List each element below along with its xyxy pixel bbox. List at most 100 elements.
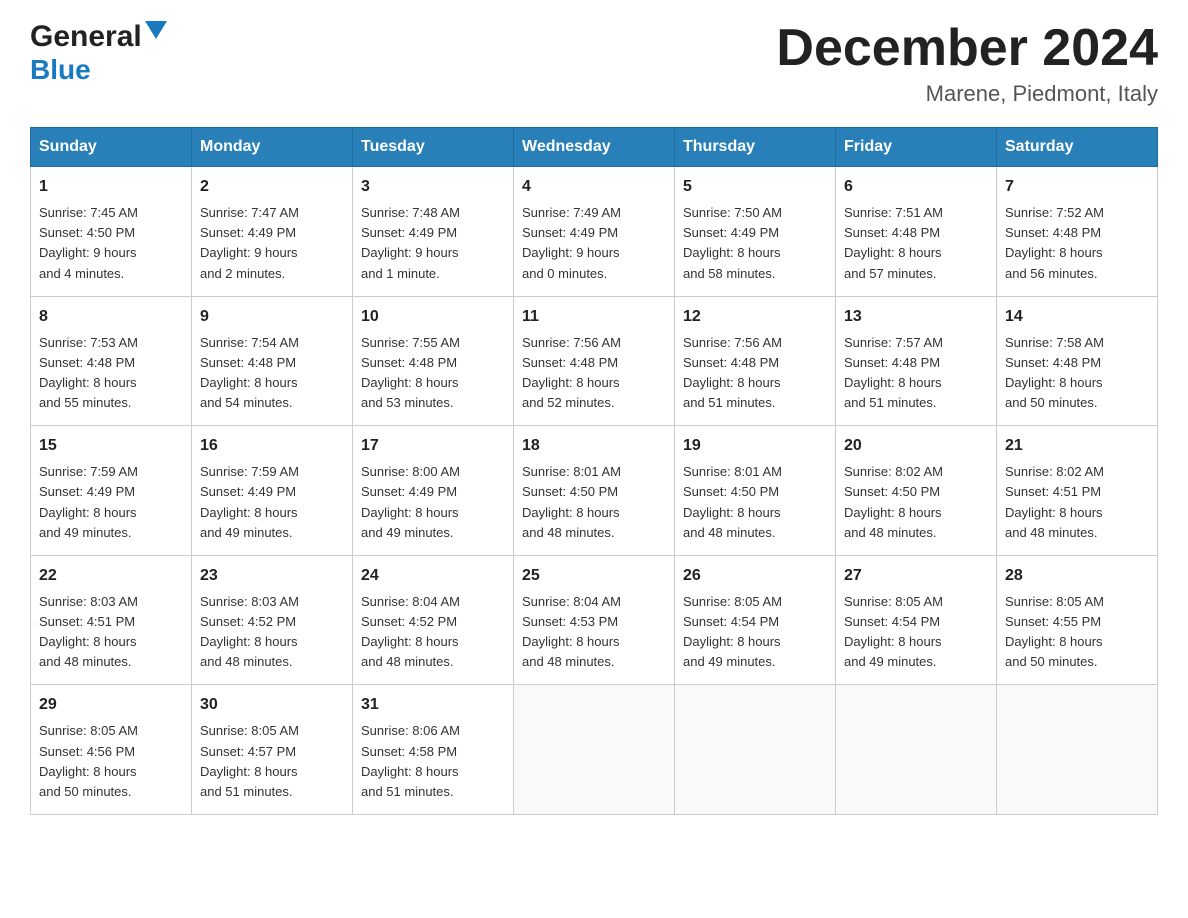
day-info: Sunrise: 8:04 AMSunset: 4:52 PMDaylight:… — [361, 592, 505, 673]
calendar-cell: 10 Sunrise: 7:55 AMSunset: 4:48 PMDayligh… — [353, 296, 514, 426]
day-number: 12 — [683, 305, 827, 329]
day-info: Sunrise: 7:57 AMSunset: 4:48 PMDaylight:… — [844, 333, 988, 414]
day-info: Sunrise: 8:05 AMSunset: 4:54 PMDaylight:… — [683, 592, 827, 673]
day-number: 16 — [200, 434, 344, 458]
day-number: 15 — [39, 434, 183, 458]
day-number: 8 — [39, 305, 183, 329]
day-info: Sunrise: 7:49 AMSunset: 4:49 PMDaylight:… — [522, 203, 666, 284]
col-header-thursday: Thursday — [675, 128, 836, 167]
day-info: Sunrise: 7:45 AMSunset: 4:50 PMDaylight:… — [39, 203, 183, 284]
day-number: 18 — [522, 434, 666, 458]
logo-general-text: General — [30, 20, 142, 54]
month-title: December 2024 — [776, 20, 1158, 77]
day-info: Sunrise: 8:00 AMSunset: 4:49 PMDaylight:… — [361, 462, 505, 543]
day-info: Sunrise: 7:47 AMSunset: 4:49 PMDaylight:… — [200, 203, 344, 284]
day-number: 2 — [200, 175, 344, 199]
calendar-cell — [836, 685, 997, 815]
calendar-cell: 6 Sunrise: 7:51 AMSunset: 4:48 PMDaylight… — [836, 167, 997, 297]
logo-arrow-icon — [145, 21, 167, 43]
col-header-friday: Friday — [836, 128, 997, 167]
calendar-cell: 21 Sunrise: 8:02 AMSunset: 4:51 PMDayligh… — [997, 426, 1158, 556]
calendar-cell: 13 Sunrise: 7:57 AMSunset: 4:48 PMDayligh… — [836, 296, 997, 426]
day-number: 10 — [361, 305, 505, 329]
calendar-cell: 8 Sunrise: 7:53 AMSunset: 4:48 PMDaylight… — [31, 296, 192, 426]
location-text: Marene, Piedmont, Italy — [776, 81, 1158, 107]
day-number: 28 — [1005, 564, 1149, 588]
calendar-cell: 15 Sunrise: 7:59 AMSunset: 4:49 PMDayligh… — [31, 426, 192, 556]
day-number: 5 — [683, 175, 827, 199]
day-number: 13 — [844, 305, 988, 329]
calendar-week-row: 22 Sunrise: 8:03 AMSunset: 4:51 PMDayligh… — [31, 555, 1158, 685]
calendar-cell — [675, 685, 836, 815]
calendar-cell: 20Sunrise: 8:02 AMSunset: 4:50 PMDayligh… — [836, 426, 997, 556]
day-number: 4 — [522, 175, 666, 199]
day-number: 17 — [361, 434, 505, 458]
calendar-cell: 27Sunrise: 8:05 AMSunset: 4:54 PMDayligh… — [836, 555, 997, 685]
calendar-cell: 25 Sunrise: 8:04 AMSunset: 4:53 PMDayligh… — [514, 555, 675, 685]
calendar-cell: 28Sunrise: 8:05 AMSunset: 4:55 PMDayligh… — [997, 555, 1158, 685]
calendar-cell: 9Sunrise: 7:54 AMSunset: 4:48 PMDaylight… — [192, 296, 353, 426]
col-header-sunday: Sunday — [31, 128, 192, 167]
calendar-cell — [514, 685, 675, 815]
day-number: 19 — [683, 434, 827, 458]
day-info: Sunrise: 8:02 AMSunset: 4:51 PMDaylight:… — [1005, 462, 1149, 543]
calendar-cell: 19Sunrise: 8:01 AMSunset: 4:50 PMDayligh… — [675, 426, 836, 556]
day-info: Sunrise: 8:01 AMSunset: 4:50 PMDaylight:… — [522, 462, 666, 543]
day-number: 25 — [522, 564, 666, 588]
day-number: 6 — [844, 175, 988, 199]
day-number: 26 — [683, 564, 827, 588]
day-info: Sunrise: 7:51 AMSunset: 4:48 PMDaylight:… — [844, 203, 988, 284]
day-number: 21 — [1005, 434, 1149, 458]
calendar-cell: 17 Sunrise: 8:00 AMSunset: 4:49 PMDayligh… — [353, 426, 514, 556]
calendar-week-row: 1 Sunrise: 7:45 AMSunset: 4:50 PMDaylight… — [31, 167, 1158, 297]
day-info: Sunrise: 7:59 AMSunset: 4:49 PMDaylight:… — [200, 462, 344, 543]
day-number: 1 — [39, 175, 183, 199]
calendar-cell: 22 Sunrise: 8:03 AMSunset: 4:51 PMDayligh… — [31, 555, 192, 685]
day-info: Sunrise: 8:03 AMSunset: 4:52 PMDaylight:… — [200, 592, 344, 673]
day-info: Sunrise: 8:06 AMSunset: 4:58 PMDaylight:… — [361, 721, 505, 802]
calendar-cell: 4 Sunrise: 7:49 AMSunset: 4:49 PMDaylight… — [514, 167, 675, 297]
day-info: Sunrise: 8:05 AMSunset: 4:56 PMDaylight:… — [39, 721, 183, 802]
calendar-cell: 14 Sunrise: 7:58 AMSunset: 4:48 PMDayligh… — [997, 296, 1158, 426]
calendar-cell: 1 Sunrise: 7:45 AMSunset: 4:50 PMDaylight… — [31, 167, 192, 297]
day-number: 14 — [1005, 305, 1149, 329]
day-info: Sunrise: 7:50 AMSunset: 4:49 PMDaylight:… — [683, 203, 827, 284]
day-info: Sunrise: 7:59 AMSunset: 4:49 PMDaylight:… — [39, 462, 183, 543]
logo-blue-text: Blue — [30, 54, 91, 86]
day-number: 22 — [39, 564, 183, 588]
calendar-week-row: 8 Sunrise: 7:53 AMSunset: 4:48 PMDaylight… — [31, 296, 1158, 426]
calendar-cell: 23 Sunrise: 8:03 AMSunset: 4:52 PMDayligh… — [192, 555, 353, 685]
day-number: 27 — [844, 564, 988, 588]
day-info: Sunrise: 7:48 AMSunset: 4:49 PMDaylight:… — [361, 203, 505, 284]
col-header-tuesday: Tuesday — [353, 128, 514, 167]
calendar-cell: 16 Sunrise: 7:59 AMSunset: 4:49 PMDayligh… — [192, 426, 353, 556]
title-area: December 2024 Marene, Piedmont, Italy — [776, 20, 1158, 107]
calendar-cell: 12 Sunrise: 7:56 AMSunset: 4:48 PMDayligh… — [675, 296, 836, 426]
logo: General Blue — [30, 20, 167, 86]
col-header-saturday: Saturday — [997, 128, 1158, 167]
calendar-week-row: 29Sunrise: 8:05 AMSunset: 4:56 PMDayligh… — [31, 685, 1158, 815]
day-number: 23 — [200, 564, 344, 588]
calendar-cell: 11Sunrise: 7:56 AMSunset: 4:48 PMDayligh… — [514, 296, 675, 426]
day-info: Sunrise: 7:52 AMSunset: 4:48 PMDaylight:… — [1005, 203, 1149, 284]
day-info: Sunrise: 7:53 AMSunset: 4:48 PMDaylight:… — [39, 333, 183, 414]
calendar-cell: 24Sunrise: 8:04 AMSunset: 4:52 PMDayligh… — [353, 555, 514, 685]
day-info: Sunrise: 8:04 AMSunset: 4:53 PMDaylight:… — [522, 592, 666, 673]
calendar-cell: 29Sunrise: 8:05 AMSunset: 4:56 PMDayligh… — [31, 685, 192, 815]
calendar-cell: 7 Sunrise: 7:52 AMSunset: 4:48 PMDaylight… — [997, 167, 1158, 297]
calendar-cell: 30Sunrise: 8:05 AMSunset: 4:57 PMDayligh… — [192, 685, 353, 815]
calendar-cell: 26 Sunrise: 8:05 AMSunset: 4:54 PMDayligh… — [675, 555, 836, 685]
calendar-cell: 5 Sunrise: 7:50 AMSunset: 4:49 PMDaylight… — [675, 167, 836, 297]
day-info: Sunrise: 7:56 AMSunset: 4:48 PMDaylight:… — [522, 333, 666, 414]
day-number: 7 — [1005, 175, 1149, 199]
day-info: Sunrise: 8:03 AMSunset: 4:51 PMDaylight:… — [39, 592, 183, 673]
calendar-cell — [997, 685, 1158, 815]
day-number: 30 — [200, 693, 344, 717]
calendar-cell: 31Sunrise: 8:06 AMSunset: 4:58 PMDayligh… — [353, 685, 514, 815]
page-header: General Blue December 2024 Marene, Piedm… — [30, 20, 1158, 107]
calendar-cell: 18 Sunrise: 8:01 AMSunset: 4:50 PMDayligh… — [514, 426, 675, 556]
day-info: Sunrise: 7:58 AMSunset: 4:48 PMDaylight:… — [1005, 333, 1149, 414]
calendar-table: SundayMondayTuesdayWednesdayThursdayFrid… — [30, 127, 1158, 815]
day-info: Sunrise: 7:56 AMSunset: 4:48 PMDaylight:… — [683, 333, 827, 414]
day-info: Sunrise: 7:55 AMSunset: 4:48 PMDaylight:… — [361, 333, 505, 414]
